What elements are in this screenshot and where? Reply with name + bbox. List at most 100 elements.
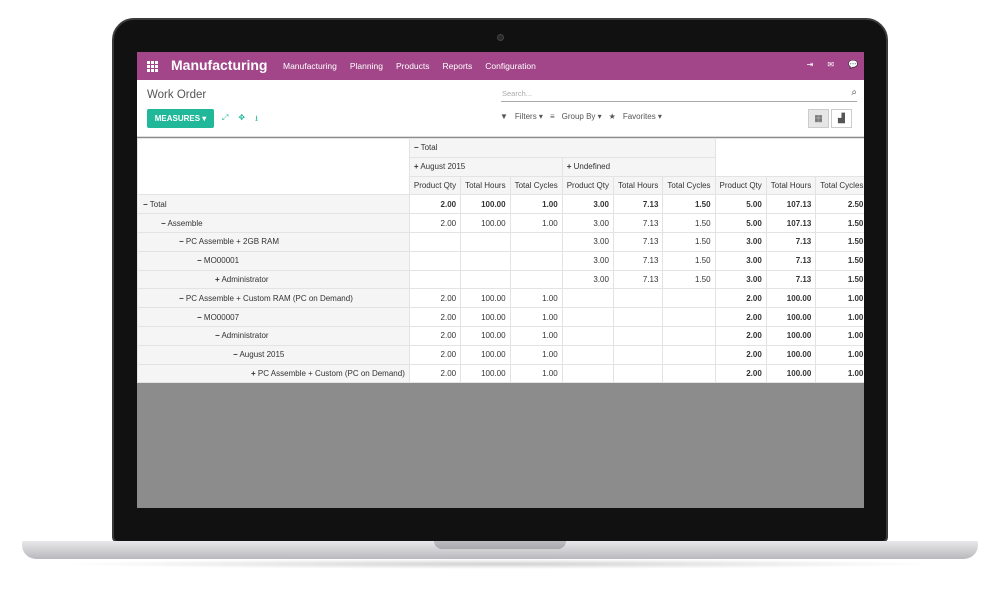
value-cell[interactable]: 3.00 bbox=[561, 213, 614, 233]
filters-dropdown[interactable]: Filters ▾ bbox=[515, 112, 543, 121]
search-icon[interactable]: ⌕ bbox=[851, 87, 857, 98]
value-cell[interactable]: 3.00 bbox=[561, 269, 614, 290]
expand-toggle-icon[interactable]: − bbox=[143, 200, 148, 209]
value-cell[interactable]: 2.00 bbox=[714, 307, 767, 327]
value-cell[interactable] bbox=[561, 307, 614, 327]
value-cell[interactable] bbox=[612, 363, 664, 384]
value-cell[interactable] bbox=[662, 307, 716, 327]
value-cell[interactable]: 5.00 bbox=[714, 194, 767, 215]
value-cell[interactable]: 100.00 bbox=[765, 363, 817, 384]
chat-icon[interactable]: 💬 bbox=[848, 60, 858, 69]
value-cell[interactable]: 100.00 bbox=[460, 325, 511, 346]
value-cell[interactable]: 1.00 bbox=[509, 194, 563, 215]
value-cell[interactable]: 7.13 bbox=[765, 231, 817, 252]
value-cell[interactable]: 107.13 bbox=[765, 194, 817, 215]
row-header[interactable]: + Administrator bbox=[137, 269, 410, 290]
value-cell[interactable]: 1.00 bbox=[815, 363, 864, 384]
graph-view-icon[interactable]: ▟ bbox=[831, 109, 852, 128]
value-cell[interactable]: 3.00 bbox=[561, 231, 614, 252]
value-cell[interactable]: 1.50 bbox=[662, 231, 716, 252]
value-cell[interactable] bbox=[408, 269, 462, 290]
value-cell[interactable] bbox=[509, 269, 563, 290]
measure-header[interactable]: Product Qty bbox=[408, 175, 462, 196]
value-cell[interactable]: 7.13 bbox=[612, 194, 664, 215]
value-cell[interactable]: 7.13 bbox=[765, 250, 817, 271]
value-cell[interactable]: 100.00 bbox=[460, 213, 511, 233]
value-cell[interactable]: 1.00 bbox=[815, 325, 864, 346]
menu-item-manufacturing[interactable]: Manufacturing bbox=[283, 61, 337, 71]
value-cell[interactable]: 1.00 bbox=[815, 307, 864, 327]
value-cell[interactable]: 100.00 bbox=[460, 288, 511, 309]
value-cell[interactable]: 1.50 bbox=[662, 194, 716, 215]
measure-header[interactable]: Total Cycles bbox=[662, 175, 716, 196]
value-cell[interactable]: 1.00 bbox=[815, 344, 864, 365]
row-header[interactable]: − Total bbox=[137, 194, 410, 215]
value-cell[interactable]: 5.00 bbox=[714, 213, 767, 233]
menu-item-reports[interactable]: Reports bbox=[443, 61, 473, 71]
value-cell[interactable]: 2.00 bbox=[408, 307, 462, 327]
value-cell[interactable]: 2.00 bbox=[408, 288, 462, 309]
value-cell[interactable]: 1.00 bbox=[509, 307, 563, 327]
value-cell[interactable] bbox=[662, 288, 716, 309]
measure-header[interactable]: Total Cycles bbox=[815, 175, 864, 196]
row-header[interactable]: − Assemble bbox=[137, 213, 410, 233]
measure-header[interactable]: Total Cycles bbox=[509, 175, 563, 196]
value-cell[interactable]: 1.00 bbox=[509, 344, 563, 365]
value-cell[interactable]: 2.00 bbox=[714, 325, 767, 346]
value-cell[interactable]: 2.00 bbox=[408, 325, 462, 346]
measure-header[interactable]: Total Hours bbox=[765, 175, 817, 196]
expand-toggle-icon[interactable]: − bbox=[197, 313, 202, 322]
value-cell[interactable]: 2.00 bbox=[714, 363, 767, 384]
value-cell[interactable] bbox=[612, 325, 664, 346]
value-cell[interactable]: 3.00 bbox=[714, 250, 767, 271]
expand-toggle-icon[interactable]: − bbox=[179, 294, 184, 303]
expand-toggle-icon[interactable]: − bbox=[197, 256, 202, 265]
value-cell[interactable]: 1.50 bbox=[662, 269, 716, 290]
value-cell[interactable]: 100.00 bbox=[765, 344, 817, 365]
row-header[interactable]: − August 2015 bbox=[137, 344, 410, 365]
value-cell[interactable] bbox=[612, 307, 664, 327]
pivot-view-icon[interactable]: ▦ bbox=[808, 109, 829, 128]
value-cell[interactable]: 3.00 bbox=[561, 194, 614, 215]
value-cell[interactable]: 1.00 bbox=[815, 288, 864, 309]
col-header-total[interactable]: − Total bbox=[408, 138, 716, 158]
value-cell[interactable]: 7.13 bbox=[612, 250, 664, 271]
value-cell[interactable]: 3.00 bbox=[561, 250, 614, 271]
expand-toggle-icon[interactable]: + bbox=[251, 369, 256, 378]
measure-header[interactable]: Total Hours bbox=[612, 175, 664, 196]
menu-item-planning[interactable]: Planning bbox=[350, 61, 383, 71]
value-cell[interactable]: 1.50 bbox=[815, 269, 864, 290]
value-cell[interactable] bbox=[561, 325, 614, 346]
expand-all-icon[interactable]: ✥ bbox=[238, 113, 245, 127]
value-cell[interactable]: 2.00 bbox=[408, 213, 462, 233]
col-header-august-2015[interactable]: + August 2015 bbox=[408, 156, 563, 177]
row-header[interactable]: − PC Assemble + Custom RAM (PC on Demand… bbox=[137, 288, 410, 309]
value-cell[interactable] bbox=[612, 288, 664, 309]
value-cell[interactable]: 7.13 bbox=[612, 231, 664, 252]
value-cell[interactable] bbox=[662, 325, 716, 346]
value-cell[interactable]: 1.50 bbox=[815, 250, 864, 271]
mail-icon[interactable]: ✉ bbox=[827, 60, 834, 69]
value-cell[interactable]: 1.00 bbox=[509, 213, 563, 233]
value-cell[interactable] bbox=[509, 231, 563, 252]
value-cell[interactable] bbox=[460, 231, 511, 252]
value-cell[interactable]: 2.00 bbox=[408, 194, 462, 215]
expand-toggle-icon[interactable]: − bbox=[215, 331, 220, 340]
value-cell[interactable]: 1.00 bbox=[509, 363, 563, 384]
value-cell[interactable]: 1.00 bbox=[509, 325, 563, 346]
expand-toggle-icon[interactable]: − bbox=[233, 350, 238, 359]
value-cell[interactable]: 100.00 bbox=[460, 344, 511, 365]
value-cell[interactable]: 100.00 bbox=[765, 288, 817, 309]
value-cell[interactable]: 1.50 bbox=[662, 213, 716, 233]
row-header[interactable]: − Administrator bbox=[137, 325, 410, 346]
value-cell[interactable] bbox=[460, 269, 511, 290]
expand-toggle-icon[interactable]: − bbox=[179, 237, 184, 246]
groupby-dropdown[interactable]: Group By ▾ bbox=[562, 112, 602, 121]
row-header[interactable]: − PC Assemble + 2GB RAM bbox=[137, 231, 410, 252]
value-cell[interactable]: 100.00 bbox=[765, 307, 817, 327]
expand-toggle-icon[interactable]: − bbox=[161, 219, 166, 228]
search-input[interactable]: Search... ⌕ bbox=[501, 87, 857, 102]
value-cell[interactable]: 1.00 bbox=[509, 288, 563, 309]
value-cell[interactable]: 1.50 bbox=[815, 231, 864, 252]
measure-header[interactable]: Product Qty bbox=[561, 175, 614, 196]
